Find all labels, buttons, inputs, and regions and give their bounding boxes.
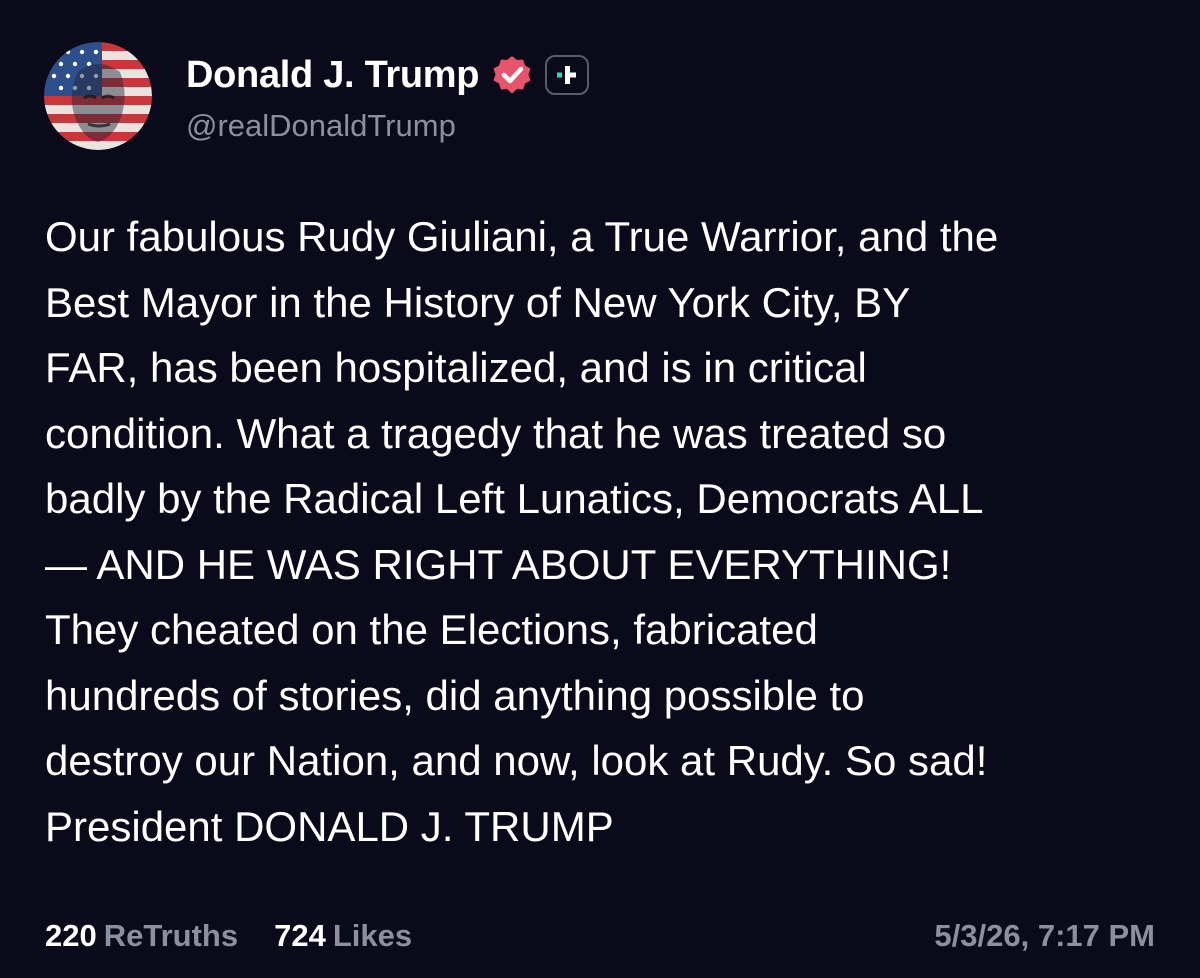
post-line: They cheated on the Elections, fabricate… (45, 606, 818, 653)
flag-portrait-avatar (44, 42, 152, 150)
likes-stat[interactable]: 724 Likes (274, 918, 412, 954)
post-body: Our fabulous Rudy Giuliani, a True Warri… (45, 204, 1165, 859)
post-line: President DONALD J. TRUMP (45, 802, 614, 850)
post-line: hundreds of stories, did anything possib… (45, 671, 865, 719)
truth-post: Donald J. Trump @realDonaldTrump Our fab… (0, 0, 1200, 978)
post-stats: 220 ReTruths 724 Likes (45, 918, 412, 954)
post-timestamp: 5/3/26, 7:17 PM (934, 918, 1155, 953)
post-line: — AND HE WAS RIGHT ABOUT EVERYTHING! (45, 540, 952, 588)
author-name-row: Donald J. Trump (186, 50, 590, 100)
author-display-name[interactable]: Donald J. Trump (186, 54, 480, 97)
verified-badge-icon (493, 56, 531, 94)
post-line: Best Mayor in the History of New York Ci… (45, 278, 911, 326)
post-line: condition. What a tragedy that he was tr… (45, 409, 947, 457)
post-line: Our fabulous Rudy Giuliani, a True Warri… (45, 213, 999, 260)
retruths-label: ReTruths (103, 918, 239, 953)
likes-label: Likes (332, 918, 413, 953)
likes-count: 724 (274, 918, 326, 953)
avatar[interactable] (44, 42, 152, 150)
post-line: destroy our Nation, and now, look at Rud… (45, 737, 988, 784)
plus-icon (557, 66, 577, 84)
post-line: badly by the Radical Left Lunatics, Demo… (45, 475, 984, 522)
retruths-stat[interactable]: 220 ReTruths (45, 918, 238, 954)
post-line: FAR, has been hospitalized, and is in cr… (45, 344, 867, 391)
retruths-count: 220 (45, 918, 97, 953)
truth-plus-icon[interactable] (545, 55, 590, 95)
author-handle[interactable]: @realDonaldTrump (186, 108, 456, 144)
